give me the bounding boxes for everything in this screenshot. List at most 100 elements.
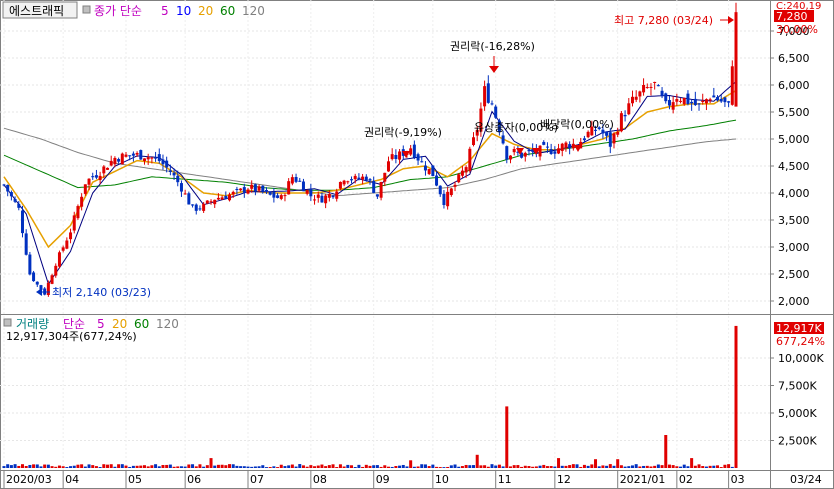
candle-body — [24, 233, 28, 255]
candle-body — [490, 103, 494, 105]
candle-body — [287, 181, 291, 195]
volume-bar — [508, 466, 512, 468]
volume-bar — [619, 465, 623, 468]
candle-body — [35, 281, 39, 285]
volume-bar — [109, 464, 113, 468]
candle-body — [634, 96, 638, 100]
candle-body — [54, 265, 58, 276]
candle-body — [623, 114, 627, 117]
volume-bar — [649, 466, 653, 468]
date-tick-label: 07 — [250, 473, 264, 486]
candle-body — [276, 195, 280, 198]
volume-bar — [416, 466, 420, 468]
volume-bar — [91, 465, 95, 468]
candle-body — [416, 154, 420, 161]
volume-bar — [176, 466, 180, 468]
volume-bar — [479, 465, 483, 468]
candle-body — [279, 195, 283, 199]
volume-bar — [716, 465, 720, 468]
candle-body — [113, 157, 117, 165]
candle-body — [28, 254, 32, 275]
candle-body — [449, 188, 453, 196]
candle-body — [398, 151, 402, 160]
candle-body — [704, 99, 708, 104]
volume-tick-label: 7,500K — [778, 380, 817, 393]
volume-bar — [719, 467, 723, 468]
candle-body — [505, 146, 509, 160]
volume-bar — [401, 464, 405, 468]
volume-bar — [730, 466, 734, 468]
date-tick-label: 2021/01 — [620, 473, 666, 486]
candle-body — [80, 196, 84, 207]
candle-body — [161, 159, 165, 165]
legend-entry: 60 — [134, 317, 149, 331]
candle-body — [394, 155, 398, 160]
date-tick-label: 10 — [435, 473, 449, 486]
candle-body — [527, 150, 531, 152]
volume-bar — [6, 464, 10, 468]
volume-bar — [276, 467, 280, 468]
volume-bar — [390, 466, 394, 468]
candle-body — [605, 131, 609, 136]
candle-body — [346, 181, 350, 183]
volume-bar — [590, 464, 594, 468]
candle-body — [553, 151, 557, 154]
candle-body — [198, 208, 202, 210]
candle-body — [209, 201, 213, 203]
volume-bar — [179, 466, 183, 468]
candle-body — [549, 149, 553, 154]
volume-bar — [601, 465, 605, 468]
volume-bar — [723, 464, 727, 468]
candle-body — [545, 146, 549, 148]
candle-body — [69, 232, 73, 240]
volume-bar — [205, 465, 209, 468]
candle-body — [386, 161, 390, 172]
legend-entry: 120 — [242, 4, 265, 18]
candle-body — [712, 95, 716, 98]
volume-bar — [505, 406, 509, 468]
candle-body — [172, 172, 176, 176]
candle-body — [94, 175, 98, 178]
volume-bar — [268, 467, 272, 468]
dividend-annotation: 배당락(0,00%) — [540, 118, 614, 131]
candle-body — [146, 157, 150, 160]
volume-bar — [220, 464, 224, 468]
volume-bar — [324, 466, 328, 468]
candle-body — [486, 83, 490, 103]
volume-bar — [383, 465, 387, 468]
volume-bar — [261, 465, 265, 468]
volume-bar — [734, 325, 738, 468]
candle-body — [316, 194, 320, 198]
candle-body — [102, 166, 106, 174]
volume-bar — [257, 466, 261, 468]
candle-body — [176, 175, 180, 183]
volume-bar — [80, 464, 84, 468]
candle-body — [464, 167, 468, 173]
chart-frame — [0, 0, 834, 489]
volume-bar — [464, 464, 468, 468]
volume-bar — [623, 466, 627, 468]
volume-bar — [316, 465, 320, 468]
volume-bar — [2, 466, 6, 468]
volume-bar — [542, 464, 546, 468]
candle-body — [420, 161, 424, 163]
candle-body — [272, 192, 276, 198]
volume-bar — [405, 466, 409, 468]
volume-bar — [139, 465, 143, 468]
volume-bar — [313, 466, 317, 468]
rights-annotation-2: 권리락(-16,28%) — [450, 40, 535, 53]
candle-body — [2, 184, 6, 186]
candle-body — [309, 189, 313, 197]
candle-body — [76, 206, 80, 219]
date-end-label: 03/24 — [790, 473, 822, 486]
candle-body — [17, 203, 21, 208]
candle-body — [216, 197, 220, 200]
candle-body — [671, 102, 675, 110]
legend-marker — [82, 5, 91, 14]
volume-bar — [675, 466, 679, 468]
candle-body — [431, 165, 435, 177]
volume-bar — [283, 466, 287, 468]
volume-bar — [520, 466, 524, 468]
candle-body — [460, 170, 464, 176]
candle-body — [202, 203, 206, 211]
